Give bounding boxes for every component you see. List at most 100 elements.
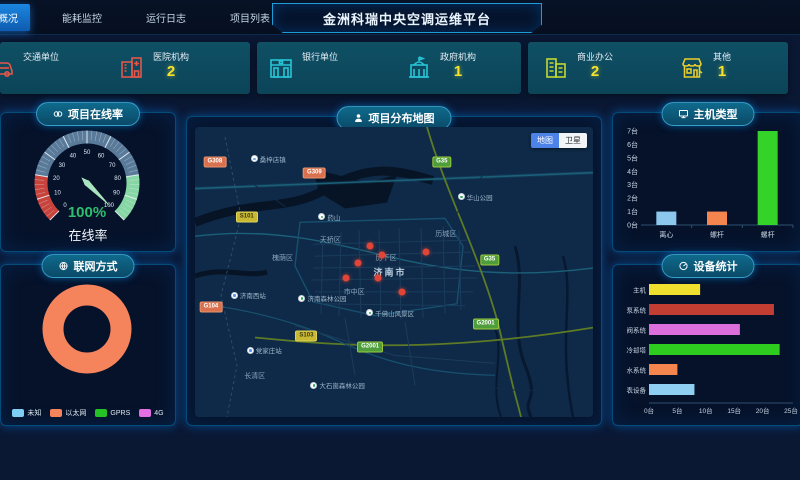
- project-marker[interactable]: [375, 274, 382, 281]
- poi-marker-icon[interactable]: [458, 193, 465, 200]
- nav-tab-runlog[interactable]: 运行日志: [134, 4, 198, 31]
- globe-icon: [59, 261, 69, 271]
- svg-text:30: 30: [59, 163, 66, 169]
- road-badge: G104: [200, 301, 223, 312]
- map-mode-button[interactable]: 地图: [531, 133, 559, 148]
- svg-text:20台: 20台: [756, 406, 770, 415]
- stat-card-office-other: 商业办公 2 其他 1: [528, 42, 788, 94]
- legend-swatch: [95, 409, 107, 417]
- svg-text:水系统: 水系统: [627, 366, 647, 375]
- map-canvas[interactable]: G308G309G35S101G104S103G2001G2001G35槐荫区天…: [195, 127, 593, 417]
- poi-marker-icon[interactable]: [318, 213, 325, 220]
- panel-project-map: 项目分布地图: [186, 116, 602, 426]
- legend-swatch: [12, 409, 24, 417]
- legend-item-unknown[interactable]: 未知: [12, 408, 41, 418]
- stat-hospital: 医院机构 2: [118, 50, 189, 82]
- map-poi[interactable]: 济南森林公园: [298, 293, 346, 303]
- svg-text:50: 50: [84, 150, 91, 156]
- panel-device-stats: 设备统计 主机泵系统阀系统冷却塔水系统表设备0台5台10台15台20台25台: [612, 264, 800, 426]
- poi-label: 济南西站: [240, 290, 266, 300]
- project-marker[interactable]: [355, 260, 362, 267]
- project-marker[interactable]: [398, 289, 405, 296]
- project-marker[interactable]: [343, 274, 350, 281]
- svg-text:7台: 7台: [627, 127, 638, 136]
- svg-text:1台: 1台: [627, 207, 638, 216]
- poi-marker-icon[interactable]: [310, 382, 317, 389]
- nav-tab-overview[interactable]: 概况: [0, 4, 30, 31]
- svg-text:阀系统: 阀系统: [627, 326, 647, 335]
- legend-item-gprs[interactable]: GPRS: [95, 408, 130, 418]
- map-poi[interactable]: 千佛山风景区: [366, 308, 414, 318]
- svg-text:螺杆: 螺杆: [710, 230, 724, 239]
- svg-text:90: 90: [113, 191, 120, 197]
- poi-marker-icon[interactable]: [298, 295, 305, 302]
- poi-label: 桑梓店镇: [260, 154, 286, 164]
- svg-text:60: 60: [98, 153, 105, 159]
- project-marker[interactable]: [379, 251, 386, 258]
- map-poi[interactable]: 大石崮森林公园: [310, 380, 365, 390]
- link-icon: [53, 109, 63, 119]
- platform-title: 金洲科瑞中央空调运维平台: [272, 3, 542, 33]
- legend-item-ethernet[interactable]: 以太网: [50, 408, 86, 418]
- poi-marker-icon[interactable]: [251, 155, 258, 162]
- road-badge: S101: [236, 211, 258, 222]
- nav-tab-energy[interactable]: 能耗监控: [50, 4, 114, 31]
- online-rate-label: 在线率: [1, 225, 175, 244]
- stat-label: 其他: [713, 50, 731, 63]
- road-badge: G35: [432, 156, 451, 167]
- poi-marker-icon[interactable]: [231, 292, 238, 299]
- legend-label: 未知: [27, 408, 41, 418]
- top-nav-bar: 概况 能耗监控 运行日志 项目列表 视频监控 金洲科瑞中央空调运维平台: [0, 0, 800, 35]
- svg-text:4台: 4台: [627, 167, 638, 176]
- road-badge: G308: [204, 156, 227, 167]
- panel-title: 设备统计: [694, 258, 738, 274]
- poi-label: 大石崮森林公园: [319, 380, 365, 390]
- svg-text:冷却塔: 冷却塔: [627, 346, 647, 355]
- svg-text:25台: 25台: [784, 406, 798, 415]
- svg-text:表设备: 表设备: [627, 386, 647, 395]
- stat-card-bank-government: 银行单位 政府机构 1: [257, 42, 521, 94]
- poi-label: 党家庄站: [256, 345, 282, 355]
- gauge-icon: [679, 261, 689, 271]
- map-poi[interactable]: 济南西站: [231, 290, 266, 300]
- stat-label: 商业办公: [577, 50, 613, 63]
- car-icon: [0, 54, 16, 82]
- project-marker[interactable]: [367, 242, 374, 249]
- map-poi[interactable]: 药山: [318, 212, 340, 222]
- map-poi[interactable]: 党家庄站: [247, 345, 282, 355]
- stat-other: 其他 1: [678, 50, 731, 82]
- panel-online-rate: 项目在线率 0102030405060708090100100% 在线率: [0, 112, 176, 252]
- map-poi[interactable]: 桑梓店镇: [251, 154, 286, 164]
- stat-value: 1: [713, 64, 731, 80]
- stat-label: 交通单位: [23, 50, 59, 63]
- road-badge: G35: [480, 255, 499, 266]
- project-marker[interactable]: [422, 248, 429, 255]
- network-donut-chart: [1, 275, 173, 387]
- panel-title: 联网方式: [74, 258, 118, 274]
- legend-swatch: [50, 409, 62, 417]
- svg-text:0: 0: [63, 203, 67, 209]
- poi-marker-icon[interactable]: [366, 309, 373, 316]
- poi-marker-icon[interactable]: [247, 347, 254, 354]
- svg-text:6台: 6台: [627, 140, 638, 149]
- district-label: 历城区: [435, 229, 456, 239]
- stat-label: 医院机构: [153, 50, 189, 63]
- stat-label: 银行单位: [302, 50, 338, 63]
- map-overlay: G308G309G35S101G104S103G2001G2001G35槐荫区天…: [195, 127, 593, 417]
- district-label: 长清区: [244, 371, 265, 381]
- platform-title-text: 金洲科瑞中央空调运维平台: [323, 9, 491, 28]
- svg-text:5台: 5台: [672, 406, 682, 415]
- map-poi[interactable]: 华山公园: [458, 192, 493, 202]
- stat-office: 商业办公 2: [542, 50, 613, 82]
- legend-swatch: [139, 409, 151, 417]
- stat-transport: 交通单位: [0, 50, 59, 82]
- satellite-mode-button[interactable]: 卫星: [559, 133, 587, 148]
- legend-item-4g[interactable]: 4G: [139, 408, 163, 418]
- svg-text:10台: 10台: [699, 406, 713, 415]
- panel-network-type: 联网方式 未知 以太网 GPRS 4G: [0, 264, 176, 426]
- poi-label: 千佛山风景区: [375, 308, 414, 318]
- government-icon: [405, 54, 433, 82]
- svg-text:3台: 3台: [627, 180, 638, 189]
- svg-text:20: 20: [53, 176, 60, 182]
- legend-label: GPRS: [110, 410, 130, 417]
